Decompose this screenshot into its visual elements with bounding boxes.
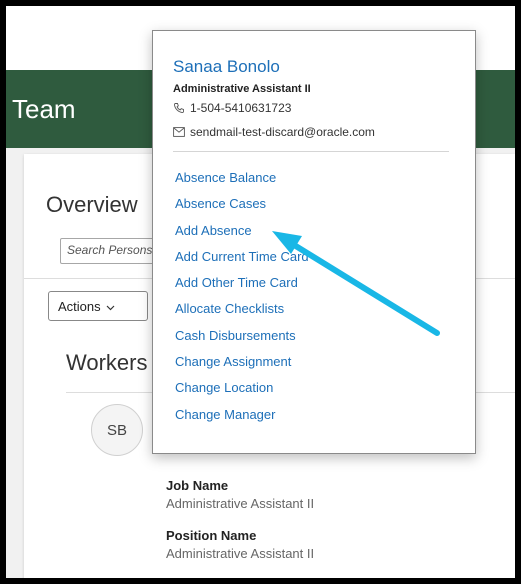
actions-label: Actions — [58, 299, 101, 314]
person-actions-menu: Absence Balance Absence Cases Add Absenc… — [175, 169, 309, 432]
chevron-down-icon — [106, 305, 115, 311]
avatar[interactable]: SB — [91, 404, 143, 456]
app-frame: Team Overview Search Persons Actions Wor… — [6, 6, 515, 578]
menu-item-cash-disbursements[interactable]: Cash Disbursements — [175, 327, 309, 353]
menu-item-allocate-checklists[interactable]: Allocate Checklists — [175, 300, 309, 326]
menu-item-change-assignment[interactable]: Change Assignment — [175, 353, 309, 379]
position-name-label: Position Name — [166, 528, 257, 543]
menu-item-add-absence[interactable]: Add Absence — [175, 222, 309, 248]
menu-item-change-manager[interactable]: Change Manager — [175, 406, 309, 432]
phone-number: 1-504-5410631723 — [190, 101, 292, 115]
mail-icon — [173, 127, 185, 137]
workers-heading: Workers — [66, 350, 148, 375]
email-address: sendmail-test-discard@oracle.com — [190, 125, 375, 139]
page-title: Team — [12, 94, 76, 124]
person-job-title: Administrative Assistant II — [173, 83, 311, 95]
menu-item-add-current-time-card[interactable]: Add Current Time Card — [175, 248, 309, 274]
actions-button[interactable]: Actions — [48, 291, 148, 321]
position-name-value: Administrative Assistant II — [166, 546, 315, 561]
person-name[interactable]: Sanaa Bonolo — [173, 57, 280, 77]
person-contact-popup: Sanaa Bonolo Administrative Assistant II… — [152, 30, 476, 454]
menu-item-absence-balance[interactable]: Absence Balance — [175, 169, 309, 195]
divider — [173, 151, 449, 152]
overview-heading: Overview — [46, 192, 138, 217]
phone-row[interactable]: 1-504-5410631723 — [173, 101, 291, 115]
menu-item-add-other-time-card[interactable]: Add Other Time Card — [175, 274, 309, 300]
job-name-value: Administrative Assistant II — [166, 496, 315, 511]
email-row[interactable]: sendmail-test-discard@oracle.com — [173, 125, 375, 139]
menu-item-absence-cases[interactable]: Absence Cases — [175, 195, 309, 221]
phone-icon — [173, 102, 185, 114]
menu-item-change-location[interactable]: Change Location — [175, 379, 309, 405]
job-name-label: Job Name — [166, 478, 229, 493]
